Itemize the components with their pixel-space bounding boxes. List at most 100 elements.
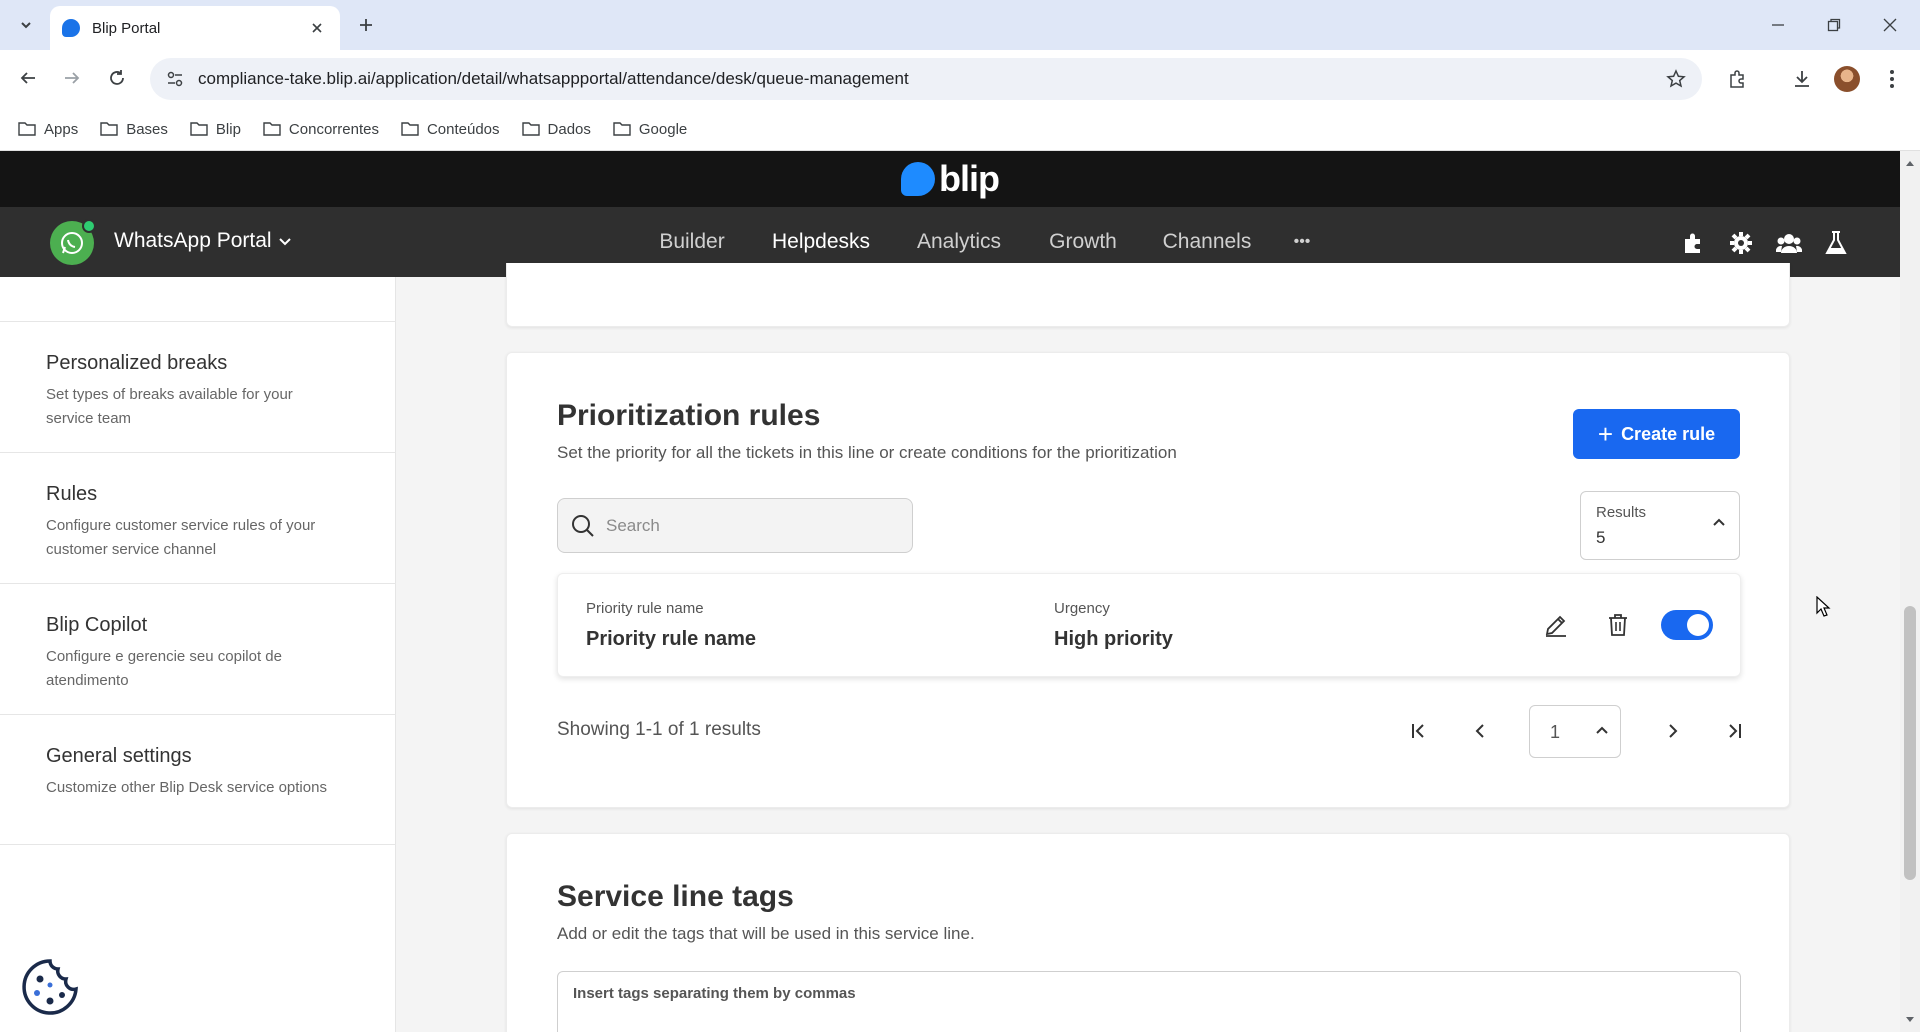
plus-icon: + — [1597, 419, 1614, 449]
tab-search-button[interactable] — [10, 10, 42, 40]
prioritization-rules-card: Prioritization rules Set the priority fo… — [506, 352, 1790, 808]
minimize-icon — [1772, 24, 1784, 26]
restore-button[interactable] — [1806, 0, 1862, 50]
arrow-right-icon — [65, 72, 80, 84]
sidebar-item-title: Rules — [46, 483, 98, 505]
bookmark-apps[interactable]: Apps — [18, 121, 78, 138]
trash-icon — [1609, 614, 1627, 636]
browser-tabstrip: Blip Portal — [0, 0, 1920, 50]
cookie-icon — [22, 959, 78, 1015]
folder-icon — [190, 122, 208, 136]
team-nav-button[interactable] — [1775, 229, 1803, 257]
browser-menu-button[interactable] — [1875, 62, 1909, 96]
labs-nav-button[interactable] — [1822, 229, 1850, 257]
settings-nav-button[interactable] — [1727, 229, 1755, 257]
site-settings-icon[interactable] — [164, 68, 186, 90]
urgency-label: Urgency — [1054, 600, 1110, 617]
sidebar-item-desc: Customize other Blip Desk service option… — [46, 779, 327, 796]
puzzle-icon — [1685, 233, 1700, 253]
scroll-up-arrow[interactable] — [1904, 157, 1916, 169]
create-rule-button[interactable]: + Create rule — [1573, 409, 1740, 459]
profile-button[interactable] — [1830, 62, 1864, 96]
bookmark-google[interactable]: Google — [613, 121, 687, 138]
sidebar-item-general-settings[interactable]: General settings Customize other Blip De… — [0, 714, 396, 845]
settings-sidebar: Personalized breaks Set types of breaks … — [0, 277, 396, 1032]
tags-input[interactable]: Insert tags separating them by commas — [557, 971, 1741, 1032]
triangle-down-icon — [1906, 1017, 1914, 1022]
folder-icon — [100, 122, 118, 136]
section-subtitle: Add or edit the tags that will be used i… — [557, 924, 975, 943]
next-page-button[interactable] — [1655, 713, 1691, 749]
reload-button[interactable] — [99, 60, 135, 96]
service-line-tags-card: Service line tags Add or edit the tags t… — [506, 833, 1790, 1032]
bookmark-bases[interactable]: Bases — [100, 121, 168, 138]
bookmark-dados[interactable]: Dados — [521, 121, 591, 138]
search-icon — [572, 514, 594, 537]
rule-enabled-toggle[interactable] — [1661, 610, 1713, 640]
sidebar-item-personalized-breaks[interactable]: Personalized breaks Set types of breaks … — [0, 321, 396, 452]
pagination-summary: Showing 1-1 of 1 results — [557, 719, 761, 740]
bookmark-conteudos[interactable]: Conteúdos — [401, 121, 500, 138]
toggle-knob — [1687, 614, 1709, 636]
sidebar-item-blip-copilot[interactable]: Blip Copilot Configure e gerencie seu co… — [0, 583, 396, 714]
scroll-down-arrow[interactable] — [1904, 1014, 1916, 1026]
close-window-button[interactable] — [1862, 0, 1918, 50]
page-value: 1 — [1550, 722, 1561, 742]
rule-name-value: Priority rule name — [586, 628, 757, 650]
sidebar-item-title: Blip Copilot — [46, 614, 148, 636]
gear-icon — [1730, 232, 1752, 254]
last-page-icon — [1729, 724, 1741, 738]
first-page-button[interactable] — [1401, 713, 1437, 749]
mouse-cursor-icon — [1816, 596, 1831, 617]
pencil-icon — [1545, 615, 1566, 637]
downloads-button[interactable] — [1785, 62, 1819, 96]
folder-icon — [613, 122, 631, 136]
edit-rule-button[interactable] — [1541, 610, 1571, 640]
sidebar-item-title: General settings — [46, 745, 192, 767]
browser-tab-active[interactable]: Blip Portal — [50, 6, 340, 50]
folder-icon — [401, 122, 419, 136]
more-icon: ••• — [1293, 233, 1311, 250]
minimize-button[interactable] — [1750, 0, 1806, 50]
folder-icon — [18, 122, 36, 136]
blip-logo[interactable]: blip — [901, 158, 1000, 200]
flask-icon — [1825, 231, 1847, 254]
first-page-icon — [1412, 724, 1424, 738]
results-per-page-select[interactable]: Results 5 — [1580, 491, 1740, 560]
section-subtitle: Set the priority for all the tickets in … — [557, 443, 1177, 462]
chevron-down-icon — [21, 22, 31, 29]
extensions-button[interactable] — [1720, 62, 1754, 96]
last-page-button[interactable] — [1716, 713, 1752, 749]
page-select[interactable]: 1 — [1529, 705, 1621, 758]
previous-section-card — [506, 263, 1790, 327]
delete-rule-button[interactable] — [1603, 610, 1633, 640]
scroll-thumb[interactable] — [1904, 606, 1916, 880]
chevron-left-icon — [1475, 724, 1484, 738]
bookmark-star-icon[interactable] — [1660, 63, 1692, 95]
chevron-up-icon — [1596, 726, 1608, 734]
triangle-up-icon — [1906, 161, 1914, 166]
search-input[interactable]: Search — [557, 498, 913, 553]
back-button[interactable] — [10, 60, 46, 96]
address-bar[interactable]: compliance-take.blip.ai/application/deta… — [150, 58, 1702, 100]
close-icon — [1883, 18, 1897, 32]
avatar — [1834, 66, 1860, 92]
page-scrollbar[interactable] — [1900, 151, 1920, 1032]
tab-close-button[interactable] — [306, 17, 328, 39]
cookie-settings-button[interactable] — [18, 955, 82, 1019]
users-icon — [1776, 234, 1802, 253]
new-tab-button[interactable] — [350, 10, 382, 40]
browser-toolbar: compliance-take.blip.ai/application/deta… — [0, 50, 1920, 108]
previous-page-button[interactable] — [1462, 713, 1498, 749]
results-value: 5 — [1596, 528, 1606, 547]
forward-button[interactable] — [54, 60, 90, 96]
plus-icon — [360, 19, 372, 31]
bookmark-concorrentes[interactable]: Concorrentes — [263, 121, 379, 138]
extensions-nav-button[interactable] — [1679, 229, 1707, 257]
sidebar-item-rules[interactable]: Rules Configure customer service rules o… — [0, 452, 396, 583]
blip-bubble-icon — [901, 162, 935, 196]
bookmark-blip[interactable]: Blip — [190, 121, 241, 138]
section-title: Service line tags — [557, 880, 794, 913]
rule-name-label: Priority rule name — [586, 600, 704, 617]
bookmarks-bar: Apps Bases Blip Concorrentes Conteúdos D… — [0, 108, 1920, 151]
